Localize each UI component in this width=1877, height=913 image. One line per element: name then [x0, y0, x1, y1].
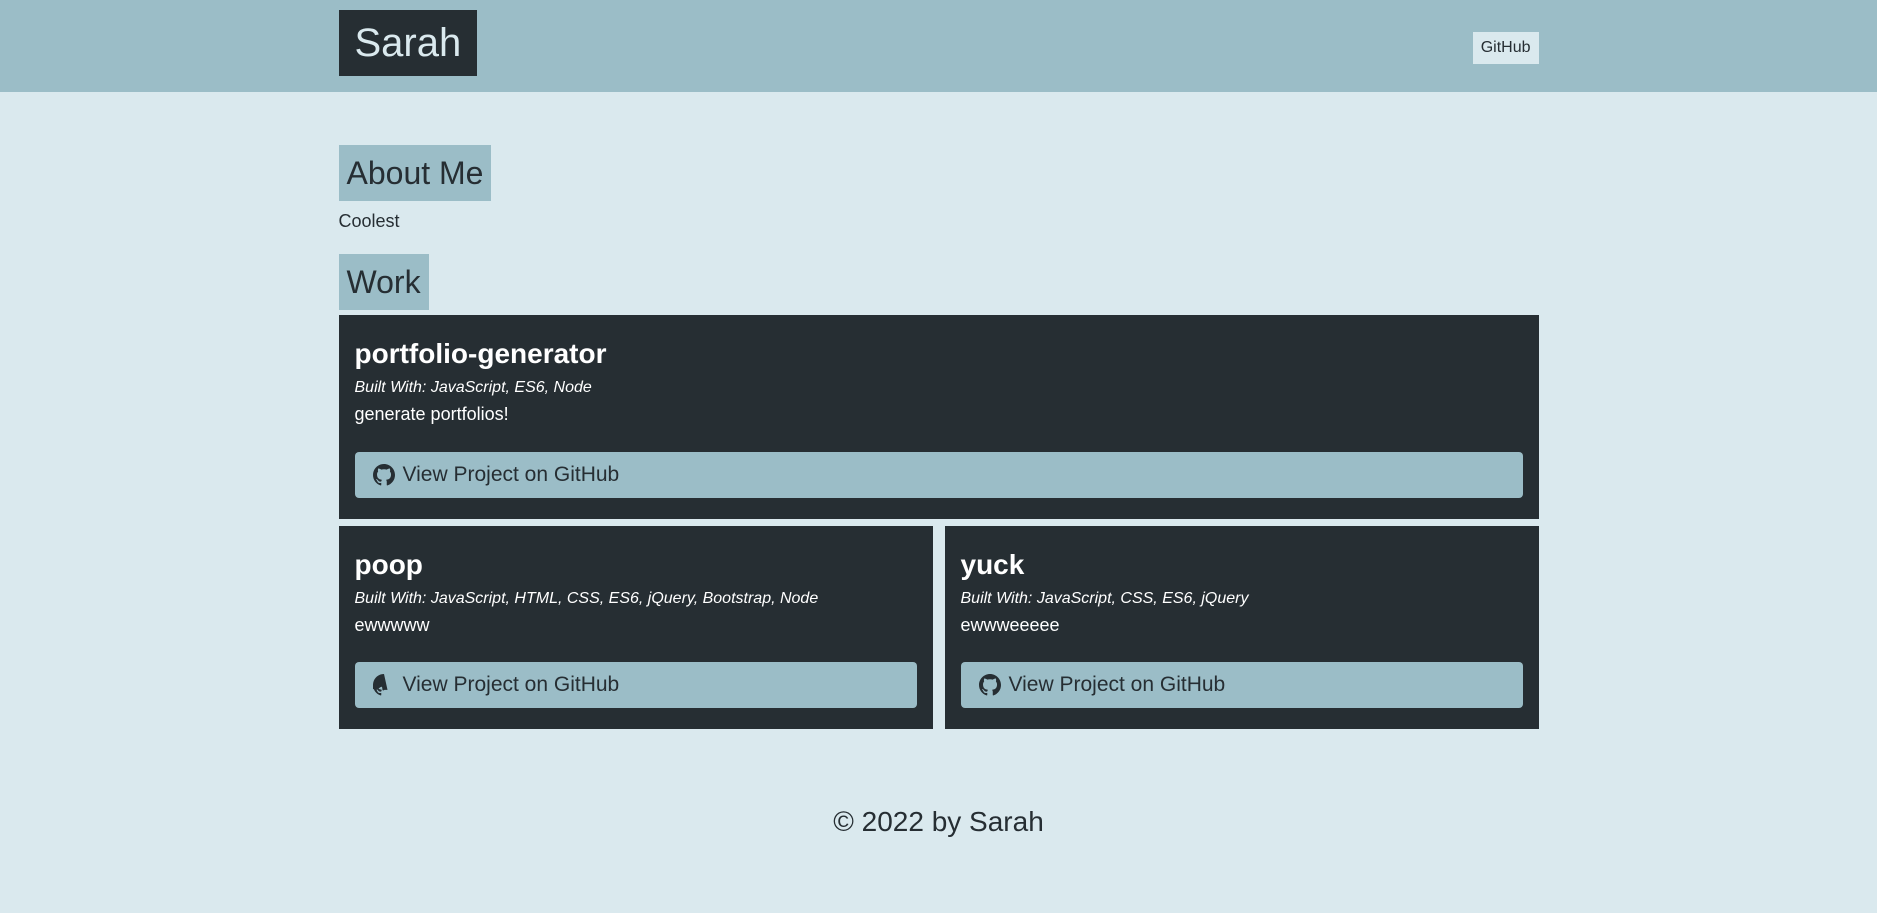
github-icon	[372, 674, 395, 696]
header-container: Sarah GitHub	[338, 0, 1539, 92]
github-icon	[372, 464, 395, 486]
project-card-yuck: yuck Built With: JavaScript, CSS, ES6, j…	[944, 526, 1539, 729]
project-built-with: Built With: JavaScript, CSS, ES6, jQuery	[960, 590, 1249, 607]
project-description: generate portfolios!	[354, 404, 509, 424]
view-project-button[interactable]: View Project on GitHub	[960, 662, 1523, 708]
about-heading: About Me	[338, 145, 492, 201]
project-title: poop	[354, 549, 423, 580]
footer-copyright: © 2022 by Sarah	[833, 806, 1044, 837]
project-title: portfolio-generator	[354, 338, 607, 369]
project-description: ewwwww	[354, 615, 430, 635]
project-card-poop: poop Built With: JavaScript, HTML, CSS, …	[338, 526, 933, 729]
view-project-button[interactable]: View Project on GitHub	[354, 662, 917, 708]
github-nav-link[interactable]: GitHub	[1472, 32, 1539, 64]
about-section: About Me Coolest	[338, 92, 1539, 232]
project-cards: portfolio-generator Built With: JavaScri…	[338, 315, 1539, 735]
brand-logo-link[interactable]: Sarah	[338, 10, 478, 76]
view-project-label: View Project on GitHub	[402, 673, 620, 696]
view-project-label: View Project on GitHub	[402, 463, 620, 486]
github-icon	[978, 674, 1001, 696]
view-project-label: View Project on GitHub	[1008, 673, 1226, 696]
work-heading-wrap: Work	[338, 254, 1539, 310]
work-section: Work portfolio-generator Built With: Jav…	[338, 254, 1539, 735]
project-built-with: Built With: JavaScript, HTML, CSS, ES6, …	[354, 590, 819, 607]
project-title: yuck	[960, 549, 1025, 580]
work-heading: Work	[338, 254, 429, 310]
site-footer: © 2022 by Sarah	[0, 806, 1877, 838]
project-description: ewwweeeee	[960, 615, 1060, 635]
project-built-with: Built With: JavaScript, ES6, Node	[354, 379, 592, 396]
view-project-button[interactable]: View Project on GitHub	[354, 452, 1523, 498]
site-header: Sarah GitHub	[0, 0, 1877, 92]
main-content: About Me Coolest Work portfolio-generato…	[338, 92, 1539, 735]
project-card-portfolio-generator: portfolio-generator Built With: JavaScri…	[338, 315, 1539, 519]
about-text: Coolest	[338, 211, 400, 231]
